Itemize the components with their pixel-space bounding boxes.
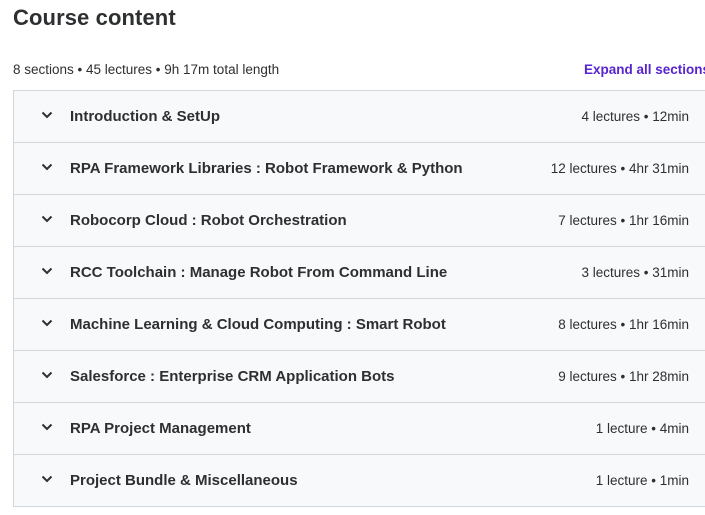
section-info: 1 lecture • 4min [595,421,689,436]
section-info: 7 lectures • 1hr 16min [558,213,689,228]
page-title: Course content [13,5,176,30]
section-row[interactable]: RCC Toolchain : Manage Robot From Comman… [14,247,705,299]
section-info: 4 lectures • 12min [581,109,689,124]
section-row[interactable]: Introduction & SetUp 4 lectures • 12min [14,91,705,143]
section-row[interactable]: Salesforce : Enterprise CRM Application … [14,351,705,403]
section-title: RCC Toolchain : Manage Robot From Comman… [70,264,448,281]
chevron-down-icon [40,316,54,330]
section-row[interactable]: Machine Learning & Cloud Computing : Sma… [14,299,705,351]
section-title: RPA Project Management [70,420,251,437]
section-info: 9 lectures • 1hr 28min [558,369,689,384]
section-info: 3 lectures • 31min [581,265,689,280]
curriculum-section-list: Introduction & SetUp 4 lectures • 12min … [13,90,705,507]
chevron-down-icon [40,368,54,382]
course-summary: 8 sections • 45 lectures • 9h 17m total … [13,62,280,77]
section-info: 12 lectures • 4hr 31min [550,161,689,176]
chevron-down-icon [40,472,54,486]
section-row[interactable]: Project Bundle & Miscellaneous 1 lecture… [14,455,705,507]
chevron-down-icon [40,160,54,174]
chevron-down-icon [40,108,54,122]
section-title: Introduction & SetUp [70,108,220,125]
chevron-down-icon [40,264,54,278]
section-title: Machine Learning & Cloud Computing : Sma… [70,316,446,333]
section-title: Salesforce : Enterprise CRM Application … [70,368,395,385]
section-row[interactable]: RPA Project Management 1 lecture • 4min [14,403,705,455]
section-row[interactable]: Robocorp Cloud : Robot Orchestration 7 l… [14,195,705,247]
section-title: Robocorp Cloud : Robot Orchestration [70,212,347,229]
section-info: 8 lectures • 1hr 16min [558,317,689,332]
section-title: RPA Framework Libraries : Robot Framewor… [70,160,463,177]
chevron-down-icon [40,420,54,434]
section-title: Project Bundle & Miscellaneous [70,472,298,489]
section-info: 1 lecture • 1min [595,473,689,488]
section-row[interactable]: RPA Framework Libraries : Robot Framewor… [14,143,705,195]
expand-all-sections-button[interactable]: Expand all sections [584,62,705,77]
chevron-down-icon [40,212,54,226]
